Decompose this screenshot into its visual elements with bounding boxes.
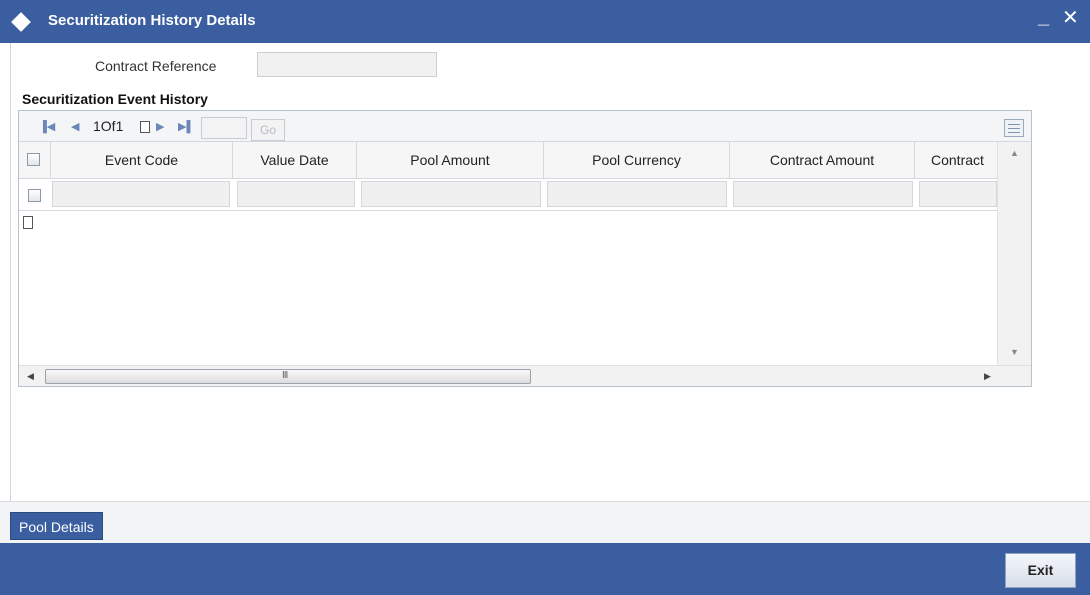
button-strip: Pool Details — [0, 501, 1090, 543]
event-code-cell[interactable] — [52, 181, 230, 207]
footer-bar: Exit — [0, 543, 1090, 595]
contract-reference-input[interactable] — [257, 52, 437, 77]
exit-button[interactable]: Exit — [1005, 553, 1076, 588]
table-header-row: Event Code Value Date Pool Amount Pool C… — [19, 142, 997, 179]
contract-amount-cell[interactable] — [733, 181, 913, 207]
next-page-icon[interactable]: ▶ — [156, 120, 164, 133]
first-page-icon[interactable]: ▐◀ — [39, 120, 55, 133]
horizontal-scrollbar[interactable]: ◀ III ▶ — [19, 365, 1031, 386]
title-bar: Securitization History Details _ ✕ — [0, 0, 1090, 43]
table-row — [19, 179, 997, 211]
value-date-cell[interactable] — [237, 181, 355, 207]
column-header-pool-currency[interactable]: Pool Currency — [544, 142, 730, 178]
section-title: Securitization Event History — [22, 91, 208, 107]
column-header-contract[interactable]: Contract — [915, 142, 997, 178]
column-header-event-code[interactable]: Event Code — [51, 142, 233, 178]
page-number-input[interactable] — [201, 117, 247, 139]
vertical-scrollbar[interactable]: ▲ ▼ — [997, 142, 1031, 365]
page-select-box[interactable] — [140, 121, 150, 133]
page-indicator: 1Of1 — [93, 118, 124, 134]
scroll-grip: III — [282, 370, 288, 381]
app-diamond-icon — [11, 12, 31, 32]
pool-details-button[interactable]: Pool Details — [10, 512, 103, 540]
select-all-checkbox[interactable] — [27, 153, 40, 166]
scroll-left-icon[interactable]: ◀ — [27, 371, 34, 382]
grid-pager: ▐◀ ◀ 1Of1 ▶ ▶▌ Go — [19, 111, 1031, 142]
column-header-value-date[interactable]: Value Date — [233, 142, 357, 178]
prev-page-icon[interactable]: ◀ — [71, 120, 79, 133]
scroll-down-icon[interactable]: ▼ — [1010, 347, 1019, 357]
column-settings-icon[interactable] — [1004, 119, 1024, 137]
scroll-right-icon[interactable]: ▶ — [984, 371, 991, 382]
close-button[interactable]: ✕ — [1062, 8, 1079, 28]
select-all-header — [19, 142, 51, 178]
pool-amount-cell[interactable] — [361, 181, 541, 207]
event-history-grid: ▐◀ ◀ 1Of1 ▶ ▶▌ Go Event Code Value Date … — [18, 110, 1032, 387]
last-page-icon[interactable]: ▶▌ — [178, 120, 194, 133]
contract-cell[interactable] — [919, 181, 997, 207]
window-title: Securitization History Details — [48, 12, 256, 29]
go-button[interactable]: Go — [251, 119, 285, 141]
column-header-contract-amount[interactable]: Contract Amount — [730, 142, 915, 178]
contract-reference-label: Contract Reference — [95, 58, 217, 74]
column-header-pool-amount[interactable]: Pool Amount — [357, 142, 544, 178]
pool-currency-cell[interactable] — [547, 181, 727, 207]
row-marker-box — [23, 216, 33, 229]
minimize-button[interactable]: _ — [1038, 7, 1049, 27]
scroll-up-icon[interactable]: ▲ — [1010, 148, 1019, 158]
row-select-checkbox[interactable] — [28, 189, 41, 202]
horizontal-scroll-thumb[interactable]: III — [45, 369, 531, 384]
